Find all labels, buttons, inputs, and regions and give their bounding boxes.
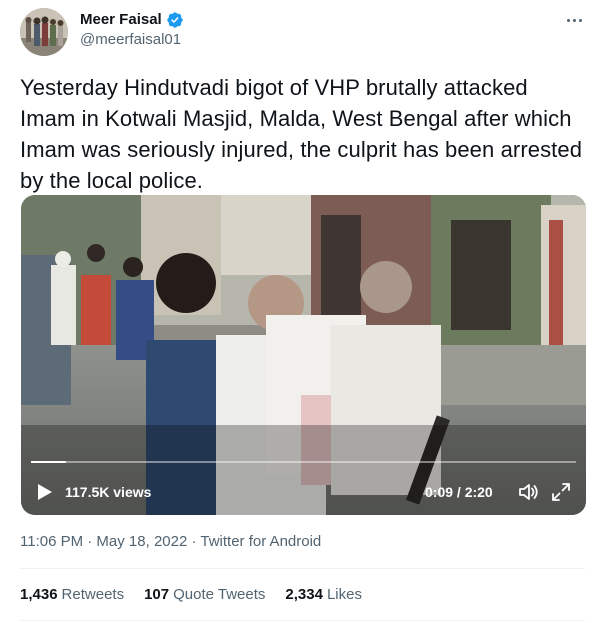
video-frame — [21, 195, 586, 515]
quote-tweets-count[interactable]: 107 — [144, 585, 169, 605]
tweet-card: Meer Faisal @meerfaisal01 Yesterday Hind… — [0, 0, 605, 623]
likes-label[interactable]: Likes — [327, 585, 362, 605]
video-player[interactable]: 117.5K views 0:09 / 2:20 — [21, 195, 586, 515]
author-name[interactable]: Meer Faisal — [80, 10, 184, 30]
avatar[interactable] — [20, 8, 68, 56]
video-progress-bar[interactable] — [31, 461, 576, 463]
retweets-count[interactable]: 1,436 — [20, 585, 58, 605]
author-name-text[interactable]: Meer Faisal — [80, 10, 162, 30]
tweet-stats: 1,436 Retweets 107 Quote Tweets 2,334 Li… — [20, 585, 362, 605]
divider — [20, 568, 585, 569]
more-options-icon[interactable] — [562, 10, 586, 30]
divider — [20, 620, 585, 621]
retweets-label[interactable]: Retweets — [62, 585, 125, 605]
retweets-stat[interactable]: 1,436 Retweets — [20, 585, 124, 605]
fullscreen-icon[interactable] — [551, 482, 571, 502]
video-progress-fill — [31, 461, 66, 463]
volume-icon[interactable] — [518, 482, 540, 502]
video-time: 0:09 / 2:20 — [425, 484, 493, 500]
likes-count[interactable]: 2,334 — [285, 585, 323, 605]
play-icon[interactable] — [37, 483, 53, 501]
tweet-text: Yesterday Hindutvadi bigot of VHP brutal… — [20, 75, 583, 193]
tweet-timestamp[interactable]: 11:06 PM · May 18, 2022 · Twitter for An… — [20, 532, 321, 552]
video-views: 117.5K views — [65, 484, 152, 500]
author-handle[interactable]: @meerfaisal01 — [80, 30, 181, 50]
likes-stat[interactable]: 2,334 Likes — [285, 585, 362, 605]
verified-badge-icon — [167, 12, 183, 28]
avatar-image — [20, 8, 68, 56]
quote-tweets-label[interactable]: Quote Tweets — [173, 585, 265, 605]
quote-tweets-stat[interactable]: 107 Quote Tweets — [144, 585, 265, 605]
